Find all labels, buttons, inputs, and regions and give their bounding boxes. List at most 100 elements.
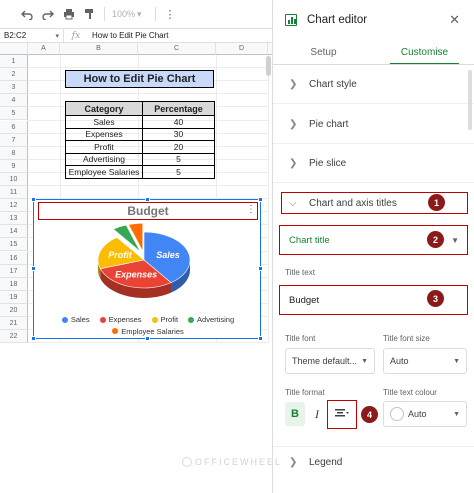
annotation-badge: 2 xyxy=(427,231,444,248)
sheet-toolbar: 100% ▾ ⋮ xyxy=(0,0,272,28)
row-header[interactable]: 7 xyxy=(0,133,28,147)
chart-title: Budget xyxy=(127,204,169,218)
slice-label: Sales xyxy=(156,250,180,260)
table-cell[interactable]: Advertising xyxy=(65,152,143,166)
table-header-row: Category Percentage xyxy=(65,101,215,116)
editor-scrollbar[interactable] xyxy=(468,70,472,130)
section-label: Pie chart xyxy=(309,119,349,130)
data-table: Category Percentage Sales 40 Expenses 30 P… xyxy=(65,101,215,179)
column-header-b[interactable]: B xyxy=(60,43,138,55)
print-icon[interactable] xyxy=(62,7,76,21)
close-icon[interactable]: ✕ xyxy=(449,12,460,28)
chevron-down-icon: ⌵ xyxy=(289,197,297,209)
chevron-right-icon: ❯ xyxy=(289,457,298,468)
row-header[interactable]: 6 xyxy=(0,120,28,134)
row-header[interactable]: 15 xyxy=(0,238,28,252)
title-format-label: Title format xyxy=(285,388,325,397)
formula-input[interactable]: How to Edit Pie Chart xyxy=(88,31,168,40)
spreadsheet-area: 100% ▾ ⋮ B2:C2 ▾ fx How to Edit Pie Chart… xyxy=(0,0,272,493)
row-header[interactable]: 5 xyxy=(0,107,28,121)
section-chart-style[interactable]: ❯ Chart style xyxy=(273,66,474,104)
table-cell[interactable]: Profit xyxy=(65,140,143,154)
row-header[interactable]: 1 xyxy=(0,55,28,69)
column-header-c[interactable]: C xyxy=(138,43,216,55)
row-header[interactable]: 20 xyxy=(0,303,28,317)
section-pie-chart[interactable]: ❯ Pie chart xyxy=(273,106,474,144)
bold-button[interactable]: B xyxy=(285,402,305,426)
row-header[interactable]: 13 xyxy=(0,212,28,226)
row-header[interactable]: 11 xyxy=(0,186,28,200)
more-options-icon[interactable]: ⋮ xyxy=(163,7,177,21)
row-header[interactable]: 10 xyxy=(0,172,28,186)
resize-handle[interactable] xyxy=(258,266,263,271)
table-cell[interactable]: 30 xyxy=(142,127,215,141)
legend-label: Advertising xyxy=(197,315,235,324)
table-cell[interactable]: Employee Salaries xyxy=(65,165,143,179)
row-header[interactable]: 12 xyxy=(0,199,28,213)
column-header-a[interactable]: A xyxy=(28,43,60,55)
paint-format-icon[interactable] xyxy=(83,7,97,21)
row-header[interactable]: 14 xyxy=(0,225,28,239)
chevron-right-icon: ❯ xyxy=(289,119,298,130)
row-header[interactable]: 8 xyxy=(0,146,28,160)
row-header[interactable]: 16 xyxy=(0,251,28,265)
header-percentage[interactable]: Percentage xyxy=(142,101,215,116)
select-value: Chart title xyxy=(289,234,330,246)
editor-header: Chart editor xyxy=(273,0,474,40)
row-header[interactable]: 2 xyxy=(0,68,28,82)
pie-plot: Sales Expenses Profit xyxy=(97,222,191,298)
select-all-corner[interactable] xyxy=(0,43,28,55)
row-header[interactable]: 21 xyxy=(0,317,28,331)
sheet-scrollbar[interactable] xyxy=(266,56,271,76)
row-header[interactable]: 9 xyxy=(0,159,28,173)
title-text-colour-select[interactable]: Auto ▼ xyxy=(383,401,467,427)
tab-customise[interactable]: Customise xyxy=(374,42,474,65)
italic-button[interactable]: I xyxy=(307,402,327,426)
formula-bar: B2:C2 ▾ fx How to Edit Pie Chart xyxy=(0,28,272,43)
table-cell[interactable]: Expenses xyxy=(65,127,143,141)
resize-handle[interactable] xyxy=(31,197,36,202)
table-cell[interactable]: 5 xyxy=(142,165,215,179)
align-button[interactable] xyxy=(328,400,356,428)
title-font-label: Title font xyxy=(285,334,316,343)
section-label: Chart style xyxy=(309,79,357,90)
undo-icon[interactable] xyxy=(20,7,34,21)
row-header[interactable]: 18 xyxy=(0,277,28,291)
select-value: Auto xyxy=(408,409,427,419)
table-cell[interactable]: 40 xyxy=(142,115,215,129)
redo-icon[interactable] xyxy=(41,7,55,21)
row-header[interactable]: 3 xyxy=(0,81,28,95)
chart-editor-panel: Chart editor ✕ Setup Customise ❯ Chart s… xyxy=(272,0,474,493)
slice-label: Expenses xyxy=(115,270,157,280)
table-cell[interactable]: 5 xyxy=(142,152,215,166)
zoom-select[interactable]: 100% ▾ xyxy=(112,7,148,21)
row-header[interactable]: 19 xyxy=(0,290,28,304)
section-label: Pie slice xyxy=(309,158,347,169)
chart-title-highlight[interactable]: Budget xyxy=(38,202,258,220)
column-header-d[interactable]: D xyxy=(216,43,268,55)
sheet-title-cell[interactable]: How to Edit Pie Chart xyxy=(65,70,214,88)
fx-icon: fx xyxy=(71,30,81,41)
caret-down-icon: ▼ xyxy=(453,357,460,365)
pie-chart[interactable]: Budget ⋮ Sales Expenses Profit Sales Expens… xyxy=(31,197,263,341)
section-legend[interactable]: ❯ Legend xyxy=(273,446,474,478)
table-cell[interactable]: 20 xyxy=(142,140,215,154)
name-box[interactable]: B2:C2 ▾ xyxy=(0,29,64,42)
header-category[interactable]: Category xyxy=(65,101,143,116)
row-header[interactable]: 4 xyxy=(0,94,28,108)
resize-handle[interactable] xyxy=(31,266,36,271)
title-font-select[interactable]: Theme default... ▼ xyxy=(285,348,375,374)
chevron-down-icon: ▾ xyxy=(55,32,59,40)
chevron-right-icon: ❯ xyxy=(289,158,298,169)
section-pie-slice[interactable]: ❯ Pie slice xyxy=(273,145,474,183)
chart-menu-icon[interactable]: ⋮ xyxy=(246,205,256,215)
annotation-badge: 3 xyxy=(427,290,444,307)
tab-setup[interactable]: Setup xyxy=(273,42,374,64)
toolbar-divider xyxy=(104,7,105,21)
table-cell[interactable]: Sales xyxy=(65,115,143,129)
title-font-size-select[interactable]: Auto ▼ xyxy=(383,348,467,374)
row-header[interactable]: 22 xyxy=(0,330,28,344)
resize-handle[interactable] xyxy=(258,197,263,202)
row-header[interactable]: 17 xyxy=(0,264,28,278)
legend-item: Expenses xyxy=(99,314,142,325)
